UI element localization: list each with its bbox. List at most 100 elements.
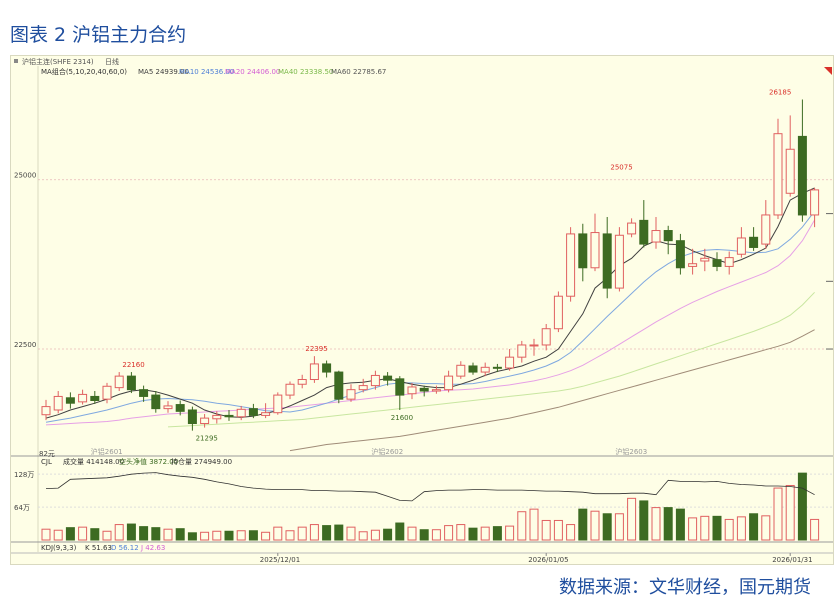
volume-bar [78,526,88,541]
candle-body [236,408,246,418]
volume-bar [663,507,673,541]
candle-body [529,344,539,347]
candle-body [322,363,332,373]
candle-body [285,383,295,396]
candle-body [334,371,344,400]
volume-bar [480,526,490,541]
candle-body [468,365,478,373]
extreme-price-label: 26185 [769,88,791,96]
candle-body [797,135,807,216]
candle-body [456,364,466,377]
volume-bar [602,513,612,541]
candlestick-chart: 沪铝主连(SHFE 2314) 日线 MA组合(5,10,20,40,60,0)… [11,57,833,564]
volume-bar [163,528,173,541]
candle-body [688,263,698,267]
y-tick-label: 22500 [14,341,36,349]
volume-bar [505,525,515,541]
candle-body [346,389,356,400]
candle-body [761,214,771,245]
candle-body [102,385,112,400]
ma60-label: MA60 22785.67 [331,68,386,76]
volume-bar [627,497,637,541]
period-label[interactable]: 日线 [105,57,119,66]
ma10-line [45,210,815,423]
candle-body [736,237,746,255]
ma20-line [45,219,816,426]
candle-body [566,233,576,297]
volume-bar [407,526,417,541]
candle-body [590,232,600,269]
candle-body [78,393,88,403]
volume-bar [590,510,600,541]
candle-body [773,133,783,216]
candle-body [53,395,63,411]
volume-axis-label: 128万 [14,471,34,479]
volume-bar [175,528,185,541]
volume-bar [724,518,734,541]
candle-body [444,375,454,391]
figure-title: 图表 2 沪铝主力合约 [10,24,187,46]
volume-bar [541,519,551,541]
candle-body [114,375,124,389]
contract-mark: 沪铝2601 [91,447,123,456]
candle-body [370,374,380,387]
volume-bar [212,530,222,541]
volume-bar [651,507,661,541]
volume-bar [444,525,454,541]
candle-body [700,257,710,262]
candle-body [675,240,685,269]
ma40-line [167,291,815,428]
open-interest-line [45,472,815,502]
volume-bar [517,511,527,541]
kdj-k-value: K 51.63 [85,544,112,552]
candle-body [639,219,649,245]
volume-bar [126,523,136,541]
volume-bar [712,515,722,541]
extreme-price-label: 22395 [305,345,327,353]
candle-body [151,394,161,410]
candle-body [395,378,405,396]
volume-bar [90,528,100,541]
candle-body [517,344,527,358]
volume-bar [468,527,478,541]
x-tick-label: 2026/01/31 [772,556,812,564]
candle-body [419,387,429,392]
ma-group-label: MA组合(5,10,20,40,60,0) [41,67,127,76]
volume-bar [553,519,563,541]
volume-bar [431,529,441,541]
volume-bar [334,524,344,541]
candle-body [224,414,234,418]
volume-bar [309,524,319,541]
volume-bar [736,516,746,541]
volume-bar [785,484,795,541]
volume-bar [224,530,234,541]
x-tick-label: 2026/01/05 [528,556,568,564]
candle-body [139,389,149,397]
candle-body [41,406,51,416]
y-tick-label: 25000 [14,172,36,180]
volume-bar [529,508,539,541]
volume-bar [114,524,124,541]
volume-bar [492,526,502,541]
volume-bar [322,525,332,541]
volume-bar [151,527,161,541]
candle-body [358,385,368,391]
candle-body [163,405,173,410]
volume-bar [297,526,307,541]
candle-body [212,414,222,420]
volume-bar [346,526,356,541]
candle-body [273,394,283,414]
ma20-label: MA20 24406.00 [225,68,280,76]
volume-bar [261,531,271,541]
cjl-label: CJL [41,458,52,466]
candle-body [492,366,502,369]
x-tick-label: 2025/12/01 [260,556,300,564]
extreme-price-label: 21600 [391,414,413,422]
candle-body [126,375,136,391]
candle-body [810,189,820,216]
candle-body [749,236,759,248]
candle-body [261,412,271,416]
volume-bar [102,530,112,541]
candle-body [187,409,197,425]
kdj-label: KDJ(9,3,3) [41,544,77,552]
